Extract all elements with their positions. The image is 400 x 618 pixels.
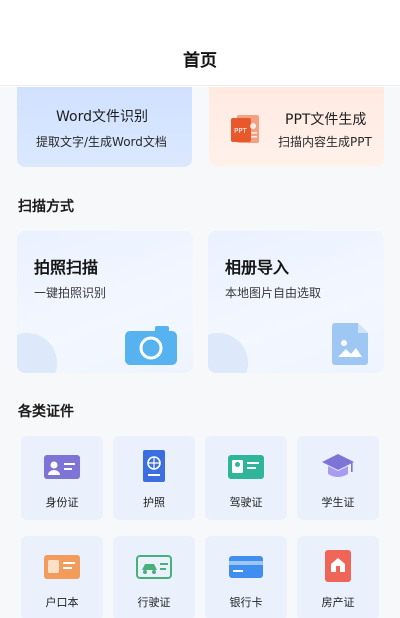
vehicle-license-icon: [136, 555, 172, 579]
word-recognition-card[interactable]: Word文件识别 提取文字/生成Word文档: [17, 87, 192, 167]
album-import-title: 相册导入: [225, 258, 290, 277]
scan-section-title: 扫描方式: [18, 199, 74, 215]
cert-label: 行驶证: [137, 596, 171, 609]
album-import-card[interactable]: 相册导入 本地图片自由选取: [208, 231, 384, 373]
property-certificate-icon: [325, 550, 351, 582]
household-register-icon: [44, 555, 80, 579]
word-card-title: Word文件识别: [56, 109, 148, 125]
driver-license-icon: [228, 455, 264, 479]
cert-label: 驾驶证: [229, 496, 263, 509]
cert-section-title: 各类证件: [18, 404, 74, 420]
image-file-icon: [332, 323, 368, 365]
home-content[interactable]: Word文件识别 提取文字/生成Word文档 PPT PPT文件生成 扫描内容生…: [0, 87, 400, 618]
word-card-subtitle: 提取文字/生成Word文档: [36, 135, 167, 149]
cert-vehicle-license[interactable]: 行驶证: [113, 536, 195, 618]
album-import-subtitle: 本地图片自由选取: [225, 286, 322, 300]
cert-label: 银行卡: [229, 596, 263, 609]
cert-passport[interactable]: 护照: [113, 436, 195, 520]
photo-scan-subtitle: 一键拍照识别: [34, 286, 107, 300]
cert-property[interactable]: 房产证: [297, 536, 379, 618]
ppt-generate-card[interactable]: PPT PPT文件生成 扫描内容生成PPT: [209, 87, 384, 167]
top-bar: 首页: [0, 0, 400, 86]
cert-label: 学生证: [321, 496, 355, 509]
ppt-card-title: PPT文件生成: [285, 112, 367, 128]
svg-text:PPT: PPT: [234, 127, 247, 135]
bank-card-icon: [229, 556, 263, 578]
photo-scan-title: 拍照扫描: [34, 258, 99, 277]
graduation-cap-icon: [322, 454, 354, 477]
id-card-icon: [44, 455, 80, 479]
page-title: 首页: [183, 51, 217, 71]
decor-blob: [208, 333, 248, 373]
cert-bank-card[interactable]: 银行卡: [205, 536, 287, 618]
passport-icon: [143, 450, 165, 482]
ppt-icon: PPT: [231, 115, 259, 143]
cert-driver-license[interactable]: 驾驶证: [205, 436, 287, 520]
cert-household-register[interactable]: 户口本: [21, 536, 103, 618]
cert-student-card[interactable]: 学生证: [297, 436, 379, 520]
camera-icon: [125, 326, 177, 365]
cert-label: 户口本: [45, 596, 79, 609]
cert-id-card[interactable]: 身份证: [21, 436, 103, 520]
photo-scan-card[interactable]: 拍照扫描 一键拍照识别: [17, 231, 193, 373]
cert-label: 身份证: [45, 496, 79, 509]
cert-label: 护照: [143, 496, 165, 509]
cert-label: 房产证: [321, 596, 355, 609]
decor-blob: [17, 333, 57, 373]
ppt-card-subtitle: 扫描内容生成PPT: [278, 135, 372, 149]
